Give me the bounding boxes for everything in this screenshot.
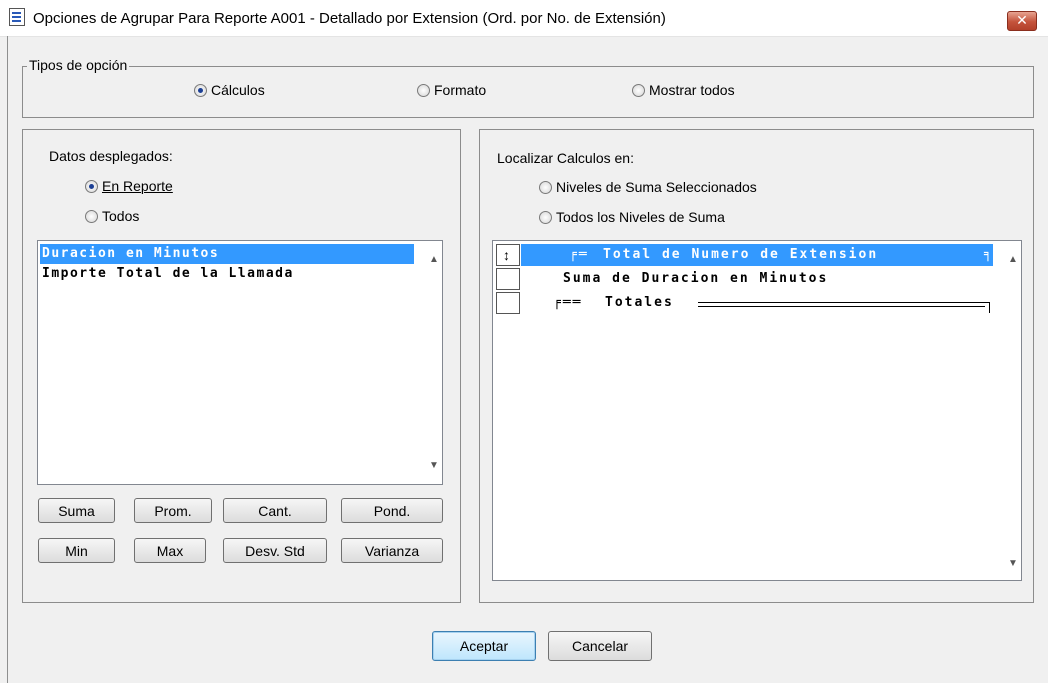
radio-formato[interactable]: Formato [417, 82, 486, 98]
radio-mostrar-todos[interactable]: Mostrar todos [632, 82, 735, 98]
max-button[interactable]: Max [134, 538, 206, 563]
window-title: Opciones de Agrupar Para Reporte A001 - … [33, 10, 666, 27]
radio-mostrar-todos-icon [632, 83, 645, 97]
radio-niveles-seleccionados-icon [539, 180, 552, 194]
radio-todos-niveles-label: Todos los Niveles de Suma [556, 209, 725, 225]
radio-niveles-seleccionados[interactable]: Niveles de Suma Seleccionados [539, 179, 757, 195]
scroll-up-icon[interactable]: ▲ [1008, 255, 1018, 265]
marker-box[interactable] [496, 292, 520, 314]
option-type-legend: Tipos de opción [27, 57, 130, 73]
frame-right-corner-icon [985, 302, 990, 313]
radio-calculos[interactable]: Cálculos [194, 82, 265, 98]
accept-button[interactable]: Aceptar [432, 631, 536, 661]
calc-row-label: Suma de Duracion en Minutos [563, 271, 829, 286]
frame-left-icon: ╒═ [569, 247, 589, 262]
move-updown-icon: ↕ [503, 247, 510, 263]
calc-levels-list[interactable]: ╒═ Total de Numero de Extension ╕ Suma d… [492, 240, 1022, 581]
scroll-up-icon[interactable]: ▲ [429, 255, 439, 265]
list-item[interactable]: Importe Total de la Llamada [40, 264, 414, 284]
radio-en-reporte[interactable]: En Reporte [85, 178, 173, 194]
cancel-button[interactable]: Cancelar [548, 631, 652, 661]
frame-left-icon: ╒══ [553, 295, 583, 310]
title-bar: Opciones de Agrupar Para Reporte A001 - … [0, 0, 1048, 37]
count-button[interactable]: Cant. [223, 498, 327, 523]
close-button[interactable]: ✕ [1007, 11, 1037, 31]
radio-formato-icon [417, 83, 430, 97]
displayed-data-list[interactable]: Duracion en Minutos Importe Total de la … [37, 240, 443, 485]
calc-row-suma-duracion[interactable]: Suma de Duracion en Minutos [563, 268, 828, 290]
radio-formato-label: Formato [434, 82, 487, 98]
calc-row-label: Totales [605, 295, 674, 310]
radio-todos[interactable]: Todos [85, 208, 139, 224]
displayed-data-label: Datos desplegados: [49, 148, 173, 164]
marker-box[interactable]: ↕ [496, 244, 520, 266]
weighted-button[interactable]: Pond. [341, 498, 443, 523]
window-icon [9, 8, 25, 26]
option-type-group: Tipos de opción [22, 57, 1034, 118]
window-border [7, 36, 8, 683]
scroll-down-icon[interactable]: ▼ [429, 461, 439, 471]
frame-line-icon [698, 302, 985, 307]
list-item[interactable]: Duracion en Minutos [40, 244, 414, 264]
radio-calculos-label: Cálculos [211, 82, 265, 98]
calc-row-totales[interactable]: ╒══ Totales [553, 292, 993, 314]
radio-todos-niveles[interactable]: Todos los Niveles de Suma [539, 209, 725, 225]
radio-todos-label: Todos [102, 208, 140, 224]
radio-niveles-seleccionados-label: Niveles de Suma Seleccionados [556, 179, 757, 195]
radio-todos-icon [85, 209, 98, 223]
radio-en-reporte-icon [85, 179, 98, 193]
locate-calcs-label: Localizar Calculos en: [497, 150, 634, 166]
scroll-down-icon[interactable]: ▼ [1008, 559, 1018, 569]
radio-todos-niveles-icon [539, 210, 552, 224]
variance-button[interactable]: Varianza [341, 538, 443, 563]
calc-row-total-extension[interactable]: ╒═ Total de Numero de Extension ╕ [521, 244, 993, 266]
sum-button[interactable]: Suma [38, 498, 115, 523]
min-button[interactable]: Min [38, 538, 115, 563]
radio-en-reporte-label: En Reporte [102, 178, 173, 194]
radio-calculos-icon [194, 83, 207, 97]
calc-row-label: Total de Numero de Extension [603, 247, 879, 262]
avg-button[interactable]: Prom. [134, 498, 212, 523]
marker-box[interactable] [496, 268, 520, 290]
frame-right-icon: ╕ [984, 247, 994, 262]
std-dev-button[interactable]: Desv. Std [223, 538, 327, 563]
radio-mostrar-todos-label: Mostrar todos [649, 82, 735, 98]
